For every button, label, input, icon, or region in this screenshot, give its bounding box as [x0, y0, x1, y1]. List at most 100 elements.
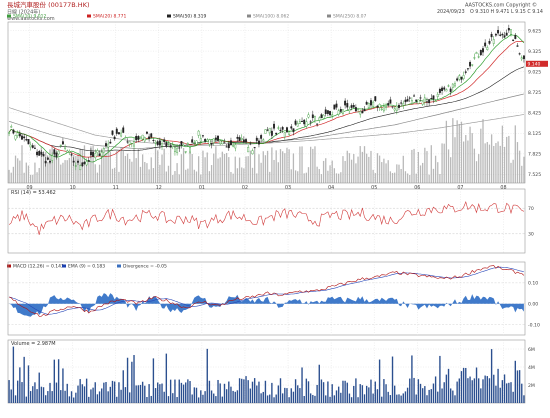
volume-bar [105, 382, 107, 403]
price-volume-bar [182, 148, 185, 183]
candle-body [497, 29, 500, 34]
volume-bar [137, 385, 140, 403]
volume-bar [484, 375, 486, 403]
price-volume-bar [260, 162, 262, 183]
volume-bar [195, 387, 198, 403]
volume-bar [163, 391, 165, 403]
macd-legend-label: MACD (12,26) = 0.143 [13, 264, 64, 270]
price-volume-bar [389, 171, 392, 183]
vol-tick-label: 6M [528, 347, 535, 353]
price-volume-bar [428, 174, 430, 183]
candle-body [230, 140, 232, 146]
candle-body [501, 33, 504, 36]
candle-body [253, 147, 256, 149]
candle-body [417, 99, 420, 104]
price-volume-bar [482, 119, 484, 183]
vol-tick-label: 4M [528, 365, 535, 371]
candle-body [156, 141, 159, 146]
volume-bar [473, 378, 476, 403]
volume-bar [182, 384, 185, 403]
volume-bar [185, 382, 187, 403]
legend-main: SMA(10) 9.012 SMA(20) 8.771 SMA(50) 8.319 S… [7, 14, 367, 20]
price-frame [7, 21, 526, 184]
volume-bar [355, 378, 357, 403]
volume-bar [197, 397, 200, 403]
volume-bar [178, 379, 180, 403]
candle-body [87, 160, 90, 162]
volume-bar [247, 380, 249, 403]
candle-body [262, 139, 265, 142]
candle-body [395, 105, 398, 111]
price-volume-bar [12, 166, 15, 183]
candle-body [318, 117, 321, 121]
x-tick-label: 06 [414, 185, 420, 191]
candle-body [260, 135, 263, 139]
volume-bar [393, 385, 396, 403]
candle-body [40, 151, 43, 155]
candle-body [473, 57, 476, 59]
candle-body [206, 139, 209, 142]
candle-body [255, 137, 258, 141]
candle-body [400, 102, 403, 104]
volume-bar [131, 361, 133, 403]
price-volume-bar [516, 142, 519, 183]
volume-bar [225, 389, 228, 403]
price-volume-bar [340, 172, 342, 183]
candle-body [122, 127, 125, 133]
volume-bar [148, 384, 150, 403]
chart-title: 長城汽車股份 (00177B.HK) [7, 0, 90, 9]
volume-bar [432, 383, 435, 403]
candle-body [25, 139, 28, 141]
candle-body [460, 76, 463, 80]
candle-body [191, 139, 194, 143]
volume-bar [210, 390, 213, 403]
volume-bar [193, 387, 196, 403]
candle-body [204, 139, 207, 142]
price-volume-bar [447, 149, 450, 183]
volume-bar [376, 389, 379, 403]
candle-body [178, 147, 181, 149]
price-volume-bar [185, 169, 187, 183]
candle-body [294, 120, 297, 125]
price-volume-bar [223, 153, 226, 183]
volume-bar [34, 382, 36, 403]
candle-body [471, 64, 474, 66]
candle-body [72, 160, 75, 163]
candle-body [240, 138, 243, 140]
candle-body [81, 162, 84, 167]
price-volume-bar [266, 150, 269, 183]
volume-bar [273, 397, 275, 403]
price-volume-bar [14, 155, 17, 183]
volume-bar [213, 393, 215, 403]
price-volume-bar [411, 149, 413, 183]
price-volume-bar [370, 150, 372, 183]
volume-bar [51, 391, 53, 403]
volume-bar [495, 385, 497, 403]
candle-body [434, 100, 437, 103]
candle-body [391, 106, 394, 108]
price-volume-bar [294, 170, 297, 183]
candle-body [305, 121, 308, 127]
price-volume-bar [413, 148, 415, 183]
legend-swatch [87, 14, 91, 18]
candle-body [522, 55, 525, 60]
candle-body [488, 40, 491, 44]
price-volume-bar [314, 146, 316, 183]
volume-bar [277, 385, 280, 403]
candle-body [171, 144, 174, 148]
price-volume-bar [432, 168, 435, 183]
candle-body [451, 83, 454, 88]
volume-bar [327, 381, 329, 403]
volume-bar [331, 384, 333, 403]
price-volume-bar [17, 158, 19, 183]
volume-bar [458, 378, 460, 403]
volume-bar [411, 355, 413, 403]
price-volume-bar [318, 169, 320, 183]
volume-bar [256, 385, 258, 403]
price-volume-bar [124, 155, 127, 183]
price-volume-bar [60, 164, 62, 183]
volume-bar [389, 395, 392, 403]
volume-bar [346, 382, 348, 403]
volume-bar [25, 396, 27, 403]
candle-body [499, 34, 502, 36]
